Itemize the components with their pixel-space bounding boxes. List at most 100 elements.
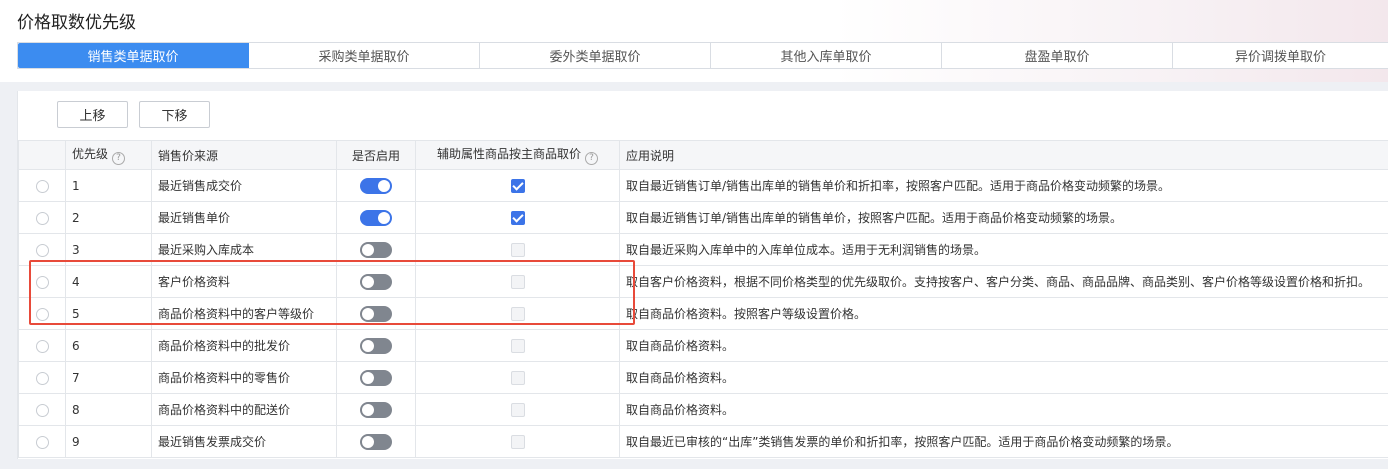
tab-other-inbound[interactable]: 其他入库单取价 — [711, 43, 942, 68]
toggle-knob — [362, 275, 374, 288]
enabled-cell — [336, 169, 416, 202]
row-radio[interactable] — [35, 179, 49, 193]
row-select-cell[interactable] — [18, 393, 66, 426]
bottom-strip — [0, 459, 1388, 469]
enabled-cell — [336, 361, 416, 394]
aux-cell — [415, 265, 620, 298]
move-down-button[interactable]: 下移 — [139, 101, 210, 128]
aux-checkbox[interactable] — [510, 242, 525, 257]
priority-cell: 9 — [65, 425, 152, 458]
toggle-knob — [362, 307, 374, 320]
enabled-toggle[interactable] — [360, 305, 392, 322]
enabled-cell — [336, 393, 416, 426]
description-cell: 取自商品价格资料。 — [619, 361, 1388, 394]
aux-cell — [415, 297, 620, 330]
aux-cell — [415, 361, 620, 394]
priority-cell: 4 — [65, 265, 152, 298]
enabled-cell — [336, 297, 416, 330]
help-icon[interactable]: ? — [585, 152, 598, 165]
aux-cell — [415, 169, 620, 202]
row-select-cell[interactable] — [18, 233, 66, 266]
row-select-cell[interactable] — [18, 329, 66, 362]
source-cell: 商品价格资料中的零售价 — [151, 361, 337, 394]
enabled-toggle[interactable] — [360, 401, 392, 418]
source-cell: 最近采购入库成本 — [151, 233, 337, 266]
tab-purchase[interactable]: 采购类单据取价 — [249, 43, 480, 68]
aux-cell — [415, 201, 620, 234]
table-row[interactable]: 9 最近销售发票成交价 取自最近已审核的“出库”类销售发票的单价和折扣率，按照客户匹… — [18, 425, 1388, 458]
aux-checkbox[interactable] — [510, 434, 525, 449]
description-cell: 取自最近采购入库单中的入库单位成本。适用于无利润销售的场景。 — [619, 233, 1388, 266]
aux-checkbox[interactable] — [510, 402, 525, 417]
enabled-toggle[interactable] — [360, 177, 392, 194]
priority-cell: 3 — [65, 233, 152, 266]
enabled-toggle[interactable] — [360, 369, 392, 386]
row-radio[interactable] — [35, 307, 49, 321]
aux-checkbox[interactable] — [510, 274, 525, 289]
row-radio[interactable] — [35, 435, 49, 449]
source-cell: 最近销售单价 — [151, 201, 337, 234]
move-up-button[interactable]: 上移 — [57, 101, 128, 128]
row-select-cell[interactable] — [18, 265, 66, 298]
aux-checkbox[interactable] — [510, 210, 525, 225]
header-enabled: 是否启用 — [336, 140, 416, 170]
priority-cell: 1 — [65, 169, 152, 202]
description-cell: 取自商品价格资料。按照客户等级设置价格。 — [619, 297, 1388, 330]
toggle-knob — [362, 403, 374, 416]
row-select-cell[interactable] — [18, 169, 66, 202]
source-cell: 最近销售成交价 — [151, 169, 337, 202]
row-radio[interactable] — [35, 339, 49, 353]
enabled-toggle[interactable] — [360, 337, 392, 354]
table-row[interactable]: 3 最近采购入库成本 取自最近采购入库单中的入库单位成本。适用于无利润销售的场景。 — [18, 233, 1388, 266]
aux-cell — [415, 233, 620, 266]
priority-cell: 8 — [65, 393, 152, 426]
enabled-cell — [336, 265, 416, 298]
table-row[interactable]: 7 商品价格资料中的零售价 取自商品价格资料。 — [18, 361, 1388, 394]
help-icon[interactable]: ? — [112, 152, 126, 165]
enabled-toggle[interactable] — [360, 241, 392, 258]
priority-cell: 7 — [65, 361, 152, 394]
aux-checkbox[interactable] — [510, 306, 525, 321]
page-title: 价格取数优先级 — [17, 13, 136, 33]
tab-inventory-surplus[interactable]: 盘盈单取价 — [942, 43, 1173, 68]
table-row[interactable]: 8 商品价格资料中的配送价 取自商品价格资料。 — [18, 393, 1388, 426]
enabled-toggle[interactable] — [360, 433, 392, 450]
header-source: 销售价来源 — [151, 140, 337, 170]
enabled-toggle[interactable] — [360, 273, 392, 290]
header-select — [18, 140, 66, 170]
tab-outsourcing[interactable]: 委外类单据取价 — [480, 43, 711, 68]
aux-checkbox[interactable] — [510, 178, 525, 193]
row-radio[interactable] — [35, 371, 49, 385]
table-row[interactable]: 5 商品价格资料中的客户等级价 取自商品价格资料。按照客户等级设置价格。 — [18, 297, 1388, 330]
tab-sales[interactable]: 销售类单据取价 — [18, 43, 249, 68]
tab-transfer-price[interactable]: 异价调拨单取价 — [1173, 43, 1388, 68]
row-radio[interactable] — [35, 275, 49, 289]
aux-checkbox[interactable] — [510, 370, 525, 385]
enabled-cell — [336, 233, 416, 266]
header-priority-label: 优先级 — [72, 147, 109, 161]
source-cell: 客户价格资料 — [151, 265, 337, 298]
row-select-cell[interactable] — [18, 361, 66, 394]
table-row[interactable]: 2 最近销售单价 取自最近销售订单/销售出库单的销售单价，按照客户匹配。适用于商品价… — [18, 201, 1388, 234]
enabled-cell — [336, 425, 416, 458]
enabled-toggle[interactable] — [360, 209, 392, 226]
tab-bar: 销售类单据取价 采购类单据取价 委外类单据取价 其他入库单取价 盘盈单取价 异价… — [17, 42, 1388, 69]
row-radio[interactable] — [35, 403, 49, 417]
row-select-cell[interactable] — [18, 201, 66, 234]
row-radio[interactable] — [35, 211, 49, 225]
description-cell: 取自商品价格资料。 — [619, 329, 1388, 362]
priority-panel: 上移 下移 优先级? 销售价来源 是否启用 辅助属性商品按主商品取价? 应用说明… — [17, 91, 1388, 469]
table-row[interactable]: 4 客户价格资料 取自客户价格资料，根据不同价格类型的优先级取价。支持按客户、客户分… — [18, 265, 1388, 298]
toggle-knob — [362, 339, 374, 352]
row-select-cell[interactable] — [18, 425, 66, 458]
enabled-cell — [336, 201, 416, 234]
table-row[interactable]: 6 商品价格资料中的批发价 取自商品价格资料。 — [18, 329, 1388, 362]
table-row[interactable]: 1 最近销售成交价 取自最近销售订单/销售出库单的销售单价和折扣率，按照客户匹配。适… — [18, 169, 1388, 202]
aux-cell — [415, 329, 620, 362]
aux-checkbox[interactable] — [510, 338, 525, 353]
description-cell: 取自最近已审核的“出库”类销售发票的单价和折扣率，按照客户匹配。适用于商品价格变… — [619, 425, 1388, 458]
row-radio[interactable] — [35, 243, 49, 257]
toggle-knob — [378, 179, 390, 192]
row-select-cell[interactable] — [18, 297, 66, 330]
description-cell: 取自最近销售订单/销售出库单的销售单价，按照客户匹配。适用于商品价格变动频繁的场… — [619, 201, 1388, 234]
